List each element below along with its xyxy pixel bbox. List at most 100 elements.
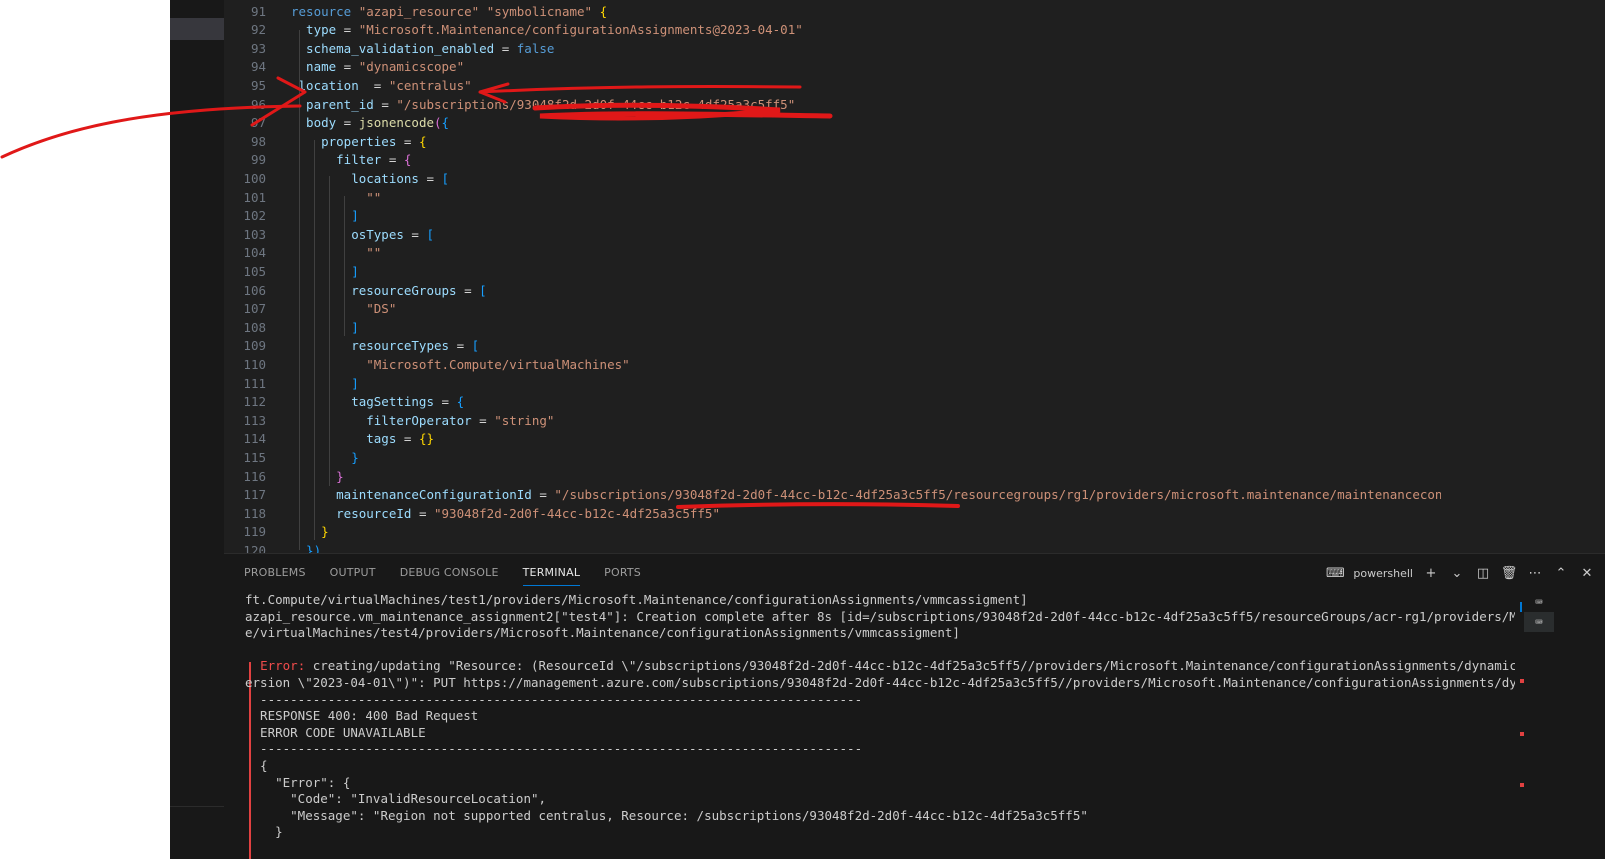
terminal-icon: ⌨ — [1535, 615, 1543, 629]
code-token: "Microsoft.Maintenance/configurationAssi… — [358, 22, 803, 38]
chevron-down-icon[interactable]: ⌄ — [1449, 565, 1465, 581]
indent-guide — [313, 140, 315, 540]
code-token: properties — [291, 133, 397, 149]
code-line[interactable]: resourceGroups = [ — [291, 282, 487, 301]
code-line[interactable]: osTypes = [ — [291, 226, 434, 245]
code-line[interactable]: filterOperator = "string" — [291, 412, 554, 431]
code-line[interactable]: "Microsoft.Compute/virtualMachines" — [291, 356, 629, 375]
line-number: 114 — [243, 431, 266, 447]
new-terminal-plus-icon[interactable]: + — [1423, 565, 1439, 581]
code-token: = — [381, 152, 404, 168]
panel-toolbar: ⌨ powershell + ⌄ ◫ 🗑 ⋯ ⌃ ✕ — [1326, 562, 1595, 584]
line-number: 92 — [250, 22, 266, 38]
code-line[interactable]: resourceTypes = [ — [291, 337, 479, 356]
code-token: maintenanceConfigurationId — [291, 487, 532, 503]
line-number: 115 — [243, 450, 266, 465]
terminal-line: ERROR CODE UNAVAILABLE — [245, 724, 426, 740]
terminal-line: RESPONSE 400: 400 Bad Request — [245, 708, 479, 724]
code-token: = — [396, 133, 419, 149]
trash-icon[interactable]: 🗑 — [1501, 565, 1518, 581]
tab-debug-console[interactable]: DEBUG CONSOLE — [400, 564, 499, 586]
outer-margin — [0, 0, 170, 859]
code-line[interactable]: ] — [291, 263, 359, 282]
code-line[interactable]: ] — [291, 319, 359, 338]
terminal-line: ----------------------------------------… — [245, 741, 863, 757]
terminal-line: ersion \"2023-04-01\")": PUT https://man… — [245, 675, 1515, 690]
indent-guide — [328, 176, 330, 486]
line-number: 94 — [250, 59, 266, 75]
line-number: 104 — [243, 245, 266, 261]
code-line[interactable]: properties = { — [291, 133, 426, 152]
maximize-panel-icon[interactable]: ⌃ — [1553, 565, 1569, 581]
code-token: "/subscriptions/93048f2d-2d0f-44cc-b12c-… — [554, 487, 1441, 503]
line-number: 100 — [243, 171, 266, 186]
terminal-line: "Error": { — [245, 774, 351, 790]
terminal-instance-2[interactable]: ⌨ — [1524, 612, 1554, 632]
code-token: [ — [479, 282, 487, 298]
terminal-output[interactable]: ft.Compute/virtualMachines/test1/provide… — [245, 592, 1515, 859]
code-line[interactable]: ] — [291, 207, 359, 226]
line-number: 113 — [243, 412, 266, 428]
shell-label[interactable]: powershell — [1353, 567, 1413, 580]
split-terminal-icon[interactable]: ◫ — [1475, 565, 1491, 581]
code-token: { — [403, 152, 412, 168]
code-token: = — [449, 338, 472, 354]
code-token: "dynamicscope" — [358, 59, 465, 75]
code-line[interactable]: body = jsonencode({ — [291, 114, 449, 133]
line-number: 101 — [243, 189, 266, 205]
indent-guide — [343, 196, 345, 336]
line-number: 107 — [243, 301, 266, 317]
code-line[interactable]: "" — [291, 244, 381, 263]
code-token: } — [291, 524, 329, 540]
code-line[interactable]: tagSettings = { — [291, 393, 464, 412]
code-line[interactable]: schema_validation_enabled = false — [291, 40, 554, 59]
code-line[interactable]: locations = [ — [291, 170, 449, 189]
line-number: 109 — [243, 338, 266, 354]
code-line[interactable]: type = "Microsoft.Maintenance/configurat… — [291, 21, 803, 40]
code-line[interactable]: "" — [291, 189, 381, 208]
tab-problems[interactable]: PROBLEMS — [244, 564, 306, 586]
line-number: 106 — [243, 282, 266, 298]
code-token: = — [494, 40, 517, 56]
code-line[interactable]: filter = { — [291, 151, 411, 170]
line-number: 117 — [243, 487, 266, 503]
code-token: = — [396, 431, 419, 447]
code-line[interactable]: parent_id = "/subscriptions/93048f2d-2d0… — [291, 96, 795, 115]
close-panel-icon[interactable]: ✕ — [1579, 565, 1595, 581]
code-token: resourceId — [291, 505, 412, 521]
code-line[interactable]: location = "centralus" — [291, 77, 472, 96]
code-line[interactable]: tags = {} — [291, 430, 434, 449]
code-line[interactable]: resource "azapi_resource" "symbolicname"… — [291, 3, 607, 22]
scroll-indicator — [1520, 602, 1522, 612]
code-token: { — [441, 115, 450, 131]
code-token: "string" — [494, 412, 555, 428]
line-number: 112 — [243, 394, 266, 410]
code-token: [ — [441, 171, 450, 186]
code-line[interactable]: } — [291, 523, 329, 542]
code-line[interactable]: maintenanceConfigurationId = "/subscript… — [291, 486, 1441, 505]
tab-terminal[interactable]: TERMINAL — [522, 564, 581, 586]
more-actions-icon[interactable]: ⋯ — [1527, 565, 1543, 581]
code-token: jsonencode — [358, 115, 434, 131]
terminal-list: ⌨ ⌨ — [1524, 592, 1554, 632]
tab-output[interactable]: OUTPUT — [330, 564, 376, 586]
terminal-instance-1[interactable]: ⌨ — [1524, 592, 1554, 612]
code-token: filterOperator — [291, 412, 472, 428]
code-area[interactable]: resource "azapi_resource" "symbolicname"… — [291, 0, 1441, 553]
code-token: "symbolicname" — [486, 3, 593, 19]
code-token: = — [336, 115, 359, 131]
code-token: "" — [291, 245, 382, 261]
code-line[interactable]: ] — [291, 375, 359, 394]
line-number: 93 — [250, 40, 266, 56]
code-editor[interactable]: 9091929394959697989910010110210310410510… — [224, 0, 1605, 553]
line-number: 98 — [250, 133, 266, 149]
sidebar-selected-item[interactable] — [170, 18, 224, 40]
code-line[interactable]: name = "dynamicscope" — [291, 58, 464, 77]
code-line[interactable]: resourceId = "93048f2d-2d0f-44cc-b12c-4d… — [291, 505, 720, 524]
code-line[interactable]: } — [291, 449, 359, 468]
terminal-line: "Message": "Region not supported central… — [245, 807, 1088, 823]
code-token: tags — [291, 431, 397, 447]
code-token: ] — [291, 264, 359, 279]
code-line[interactable]: }) — [291, 542, 321, 553]
tab-ports[interactable]: PORTS — [604, 564, 641, 586]
